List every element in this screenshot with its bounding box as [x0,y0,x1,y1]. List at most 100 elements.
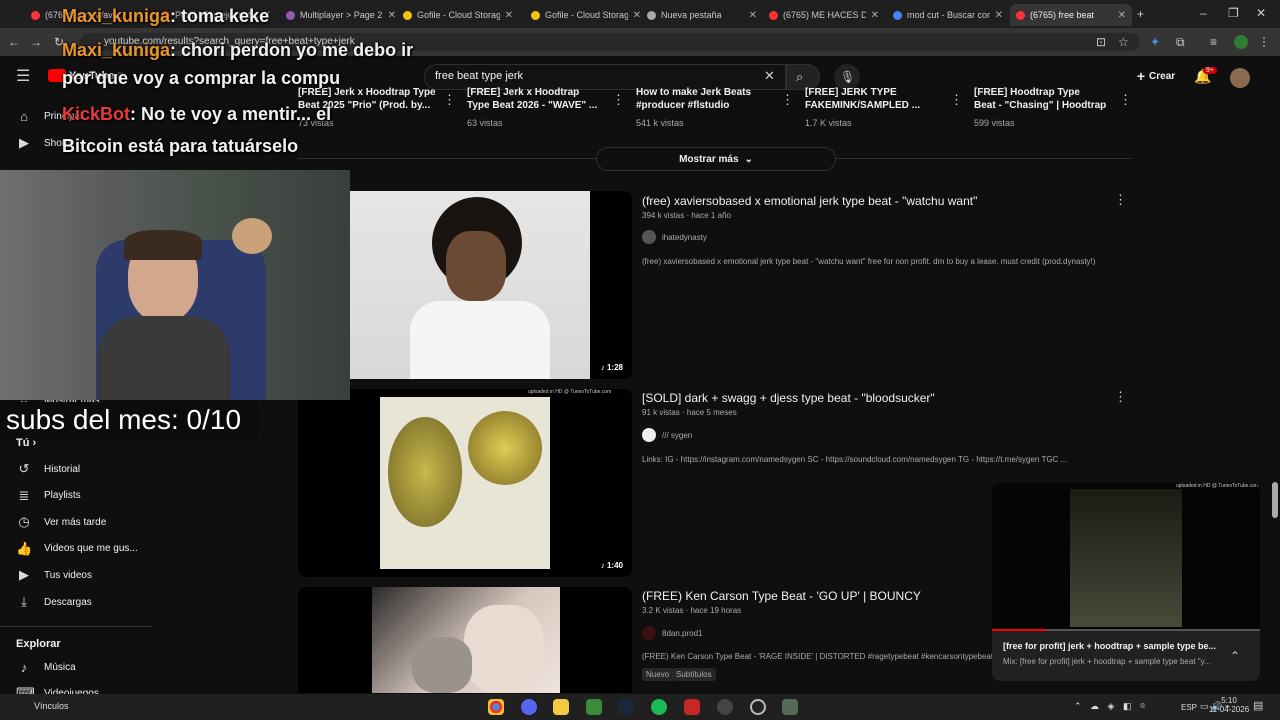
shelf-item-title[interactable]: [FREE] JERK TYPE FAKEMINK/SAMPLED ... [805,86,945,112]
create-button[interactable]: + Crear [1124,64,1188,88]
close-window-icon[interactable]: ✕ [1256,6,1266,20]
tab-close-icon[interactable]: ✕ [749,10,757,21]
more-options-icon[interactable]: ⋮ [1114,192,1127,208]
result-thumbnail[interactable] [298,587,632,693]
shirt-shape [98,316,230,400]
result-channel[interactable]: /// sygen [642,428,692,442]
puzzle-icon[interactable]: ⧉ [1176,35,1185,49]
chat-username: Maxi_kuniga [62,40,171,60]
sidebar-item-label: Descargas [44,596,92,608]
sidebar-item-thumb-up[interactable]: 👍 Videos que me gus... [16,539,138,559]
result-thumbnail[interactable]: uploaded in HD @ TunesToTube.com ♪ 1:40 [298,389,632,577]
minimize-icon[interactable]: – [1200,6,1207,20]
mini-caption: uploaded in HD @ TunesToTube.com [1176,483,1260,489]
divider-left [298,158,596,159]
tab-close-icon[interactable]: ✕ [633,10,641,21]
discord-icon[interactable] [521,699,537,715]
sidebar-item-download[interactable]: ⤓ Descargas [16,592,92,612]
install-icon[interactable]: ⊡ [1096,35,1106,49]
back-icon[interactable]: ← [8,35,20,49]
search-icon: ⌕ [796,69,804,84]
tab-label: Gofile - Cloud Storag... [545,10,628,20]
file-explorer-icon[interactable] [553,699,569,715]
new-tab-icon[interactable]: + [1137,7,1144,21]
sidebar-item-music[interactable]: ♪ Música [16,657,76,677]
forward-icon[interactable]: → [30,35,42,49]
more-options-icon[interactable]: ⋮ [443,92,456,108]
tab-favicon-icon [31,10,40,20]
tab-label: Nueva pestaña [661,10,722,20]
sidebar-item-video[interactable]: ▶ Tus videos [16,565,92,585]
shelf-item-title[interactable]: How to make Jerk Beats #producer #flstudi… [636,86,776,112]
tab-2[interactable]: Multiplayer > Page 2 ✕ [280,4,402,26]
tab-favicon-icon [769,10,778,20]
tab-close-icon[interactable]: ✕ [871,10,879,21]
create-label: Crear [1149,70,1176,82]
chrome-menu-icon[interactable]: ⋮ [1258,35,1270,49]
sidebar-you-header[interactable]: Tú › [16,437,36,449]
tab-close-icon[interactable]: ✕ [1118,10,1126,21]
tab-close-icon[interactable]: ✕ [505,10,513,21]
miniplayer[interactable]: uploaded in HD @ TunesToTube.com [free f… [992,483,1260,681]
tab-8[interactable]: (6765) free beat ✕ [1010,4,1132,26]
chevron-up-icon[interactable]: ⌃ [1230,649,1240,663]
store-icon[interactable] [586,699,602,715]
channel-avatar [642,230,656,244]
badge-new: Nuevo [642,668,674,681]
channel-avatar [642,428,656,442]
mini-progress-track[interactable] [992,629,1260,631]
tab-4[interactable]: Gofile - Cloud Storag... ✕ [525,4,647,26]
page-scrollbar[interactable] [1272,482,1278,518]
result-channel[interactable]: ihatedynasty [642,230,707,244]
notification-center-icon[interactable]: ▤ [1253,699,1263,713]
tab-close-icon[interactable]: ✕ [388,10,396,21]
result-description: Links: IG - https://instagram.com/nameds… [642,455,1068,464]
clear-search-icon[interactable]: ✕ [764,69,775,83]
sidebar-item-clock[interactable]: ◷ Ver más tarde [16,512,106,532]
maximize-icon[interactable]: ❐ [1228,6,1239,20]
miniplayer-video[interactable]: uploaded in HD @ TunesToTube.com [992,483,1260,631]
more-options-icon[interactable]: ⋮ [950,92,963,108]
chat-text: : chori perdon yo me debo ir [170,40,414,60]
bookmark-star-icon[interactable]: ☆ [1118,35,1129,49]
steam-icon[interactable] [618,699,634,715]
profile-avatar[interactable] [1234,35,1248,49]
result-title[interactable]: (FREE) Ken Carson Type Beat - 'GO UP' | … [642,589,921,603]
settings-icon[interactable] [717,699,733,715]
system-tray-icons[interactable]: ⌃ ☁ ◈ ◧ ⌾ [1074,701,1148,712]
tab-5[interactable]: Nueva pestaña ✕ [641,4,763,26]
account-avatar[interactable] [1230,68,1250,88]
language-indicator[interactable]: ESP [1181,703,1197,712]
shelf-item-title[interactable]: [FREE] Hoodtrap Type Beat - "Chasing" | H… [974,86,1114,112]
chrome-icon[interactable] [488,699,504,715]
tab-3[interactable]: Gofile - Cloud Storag... ✕ [397,4,519,26]
more-options-icon[interactable]: ⋮ [1114,389,1127,405]
more-options-icon[interactable]: ⋮ [781,92,794,108]
mini-progress-fill [992,629,1046,631]
reading-list-icon[interactable]: ≡ [1210,35,1217,49]
hamburger-menu-icon[interactable]: ☰ [16,69,30,85]
result-title[interactable]: (free) xaviersobased x emotional jerk ty… [642,194,977,208]
more-options-icon[interactable]: ⋮ [612,92,625,108]
taskbar-links[interactable]: Vínculos [34,701,69,711]
clock[interactable]: 5:10 11-04-2026 [1208,696,1250,714]
chat-message: Maxi_kuniga: chori perdon yo me debo ir [62,40,413,61]
shelf-item-title[interactable]: [FREE] Jerk x Hoodtrap Type Beat 2026 - "… [467,86,607,112]
app-icon[interactable] [684,699,700,715]
tab-7[interactable]: mod cut - Buscar con... ✕ [887,4,1009,26]
tab-favicon-icon [647,10,656,20]
spotify-icon[interactable] [651,699,667,715]
show-more-button[interactable]: Mostrar más ⌄ [596,147,836,171]
app2-icon[interactable] [782,699,798,715]
mini-title[interactable]: [free for profit] jerk + hoodtrap + samp… [1003,641,1216,651]
hat-shape [232,218,272,254]
sidebar-item-history[interactable]: ↺ Historial [16,459,81,479]
extension-icon[interactable]: ✦ [1150,35,1160,49]
result-channel[interactable]: 8dan.prod1 [642,626,702,640]
sidebar-item-playlist[interactable]: ≣ Playlists [16,486,81,506]
tab-6[interactable]: (6765) ME HACES D... ✕ [763,4,885,26]
tab-close-icon[interactable]: ✕ [995,10,1003,21]
more-options-icon[interactable]: ⋮ [1119,92,1132,108]
result-title[interactable]: [SOLD] dark + swagg + djess type beat - … [642,391,935,405]
obs-icon[interactable] [750,699,766,715]
